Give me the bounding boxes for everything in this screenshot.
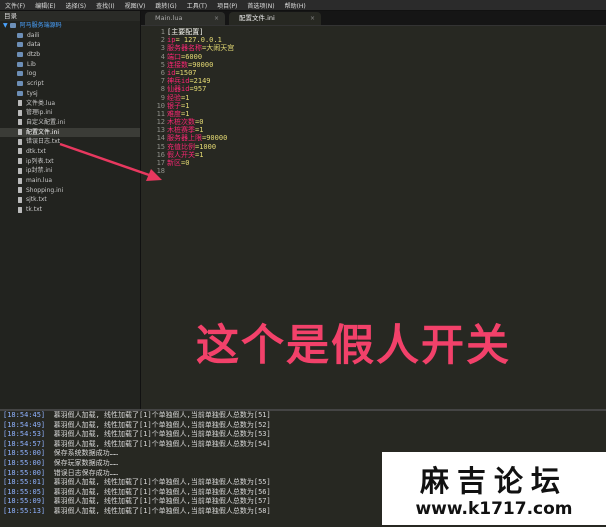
watermark-url: www.k1717.com — [415, 499, 573, 519]
console-timestamp: [18:55:00] — [3, 458, 46, 467]
console-line: [18:54:49] 慕羽假人加载, 线性加载了[1]个单独假人,当前单独假人总… — [0, 421, 606, 431]
console-message: 慕羽假人加载, 线性加载了[1]个单独假人,当前单独假人总数为[52] — [53, 420, 271, 429]
console-message: 错误日志保存成功…… — [53, 468, 119, 477]
console-timestamp: [18:55:00] — [3, 449, 46, 458]
console-message: 慕羽假人加载, 线性加载了[1]个单独假人,当前单独假人总数为[56] — [53, 487, 271, 496]
console-line: [18:54:57] 慕羽假人加载, 线性加载了[1]个单独假人,当前单独假人总… — [0, 440, 606, 450]
console-message: 慕羽假人加载, 线性加载了[1]个单独假人,当前单独假人总数为[53] — [53, 430, 271, 439]
console-message: 慕羽假人加载, 线性加载了[1]个单独假人,当前单独假人总数为[57] — [53, 497, 271, 506]
watermark-title: 麻吉论坛 — [419, 464, 568, 498]
console-message: 慕羽假人加载, 线性加载了[1]个单独假人,当前单独假人总数为[55] — [53, 478, 271, 487]
console-message: 保存系统数据成功…… — [53, 449, 119, 458]
console-line: [18:54:53] 慕羽假人加载, 线性加载了[1]个单独假人,当前单独假人总… — [0, 430, 606, 440]
console-message: 保存玩家数据成功…… — [53, 458, 119, 467]
console-message: 慕羽假人加载, 线性加载了[1]个单独假人,当前单独假人总数为[54] — [53, 439, 271, 448]
console-timestamp: [18:55:09] — [3, 497, 46, 506]
console-message: 慕羽假人加载, 线性加载了[1]个单独假人,当前单独假人总数为[51] — [53, 411, 271, 419]
console-timestamp: [18:55:05] — [3, 487, 46, 496]
console-timestamp: [18:55:01] — [3, 478, 46, 487]
console-timestamp: [18:54:53] — [3, 430, 46, 439]
watermark-logo: 麻吉论坛 www.k1717.com — [382, 452, 606, 525]
console-timestamp: [18:54:57] — [3, 439, 46, 448]
console-timestamp: [18:54:45] — [3, 411, 46, 419]
console-timestamp: [18:54:49] — [3, 420, 46, 429]
console-timestamp: [18:55:13] — [3, 506, 46, 515]
console-timestamp: [18:55:00] — [3, 468, 46, 477]
console-message: 慕羽假人加载, 线性加载了[1]个单独假人,当前单独假人总数为[58] — [53, 506, 271, 515]
console-line: [18:54:45] 慕羽假人加载, 线性加载了[1]个单独假人,当前单独假人总… — [0, 411, 606, 421]
